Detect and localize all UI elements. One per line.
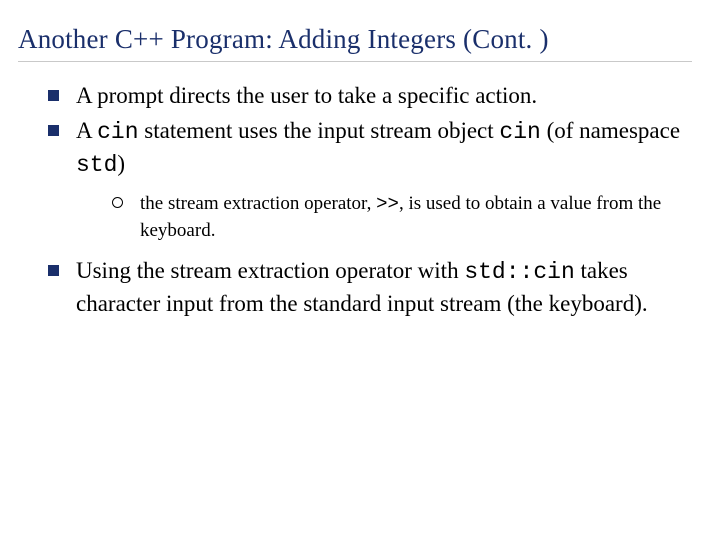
code: cin	[97, 119, 138, 145]
text: (of namespace	[541, 118, 680, 143]
sub-bullet-list: the stream extraction operator, >>, is u…	[76, 191, 692, 243]
text: ,	[367, 193, 377, 214]
text: Using the stream extraction operator wit…	[76, 258, 464, 283]
text: directs the user to take a specific acti…	[164, 83, 538, 108]
slide: Another C++ Program: Adding Integers (Co…	[0, 0, 720, 540]
text: (the keyboard).	[501, 291, 647, 316]
text: the	[140, 193, 168, 214]
code: cin	[499, 119, 540, 145]
bullet-item: A prompt directs the user to take a spec…	[48, 80, 692, 111]
title-divider	[18, 61, 692, 62]
text: A	[76, 118, 97, 143]
bullet-item: A cin statement uses the input stream ob…	[48, 115, 692, 243]
slide-title: Another C++ Program: Adding Integers (Co…	[18, 24, 692, 55]
bullet-item: Using the stream extraction operator wit…	[48, 255, 692, 319]
code: std	[76, 152, 117, 178]
text-emph: stream extraction operator	[168, 193, 367, 214]
text-emph: input stream object	[317, 118, 493, 143]
text: statement uses the	[139, 118, 318, 143]
code: >>	[376, 193, 399, 215]
text: A	[76, 83, 97, 108]
text: )	[117, 151, 125, 176]
code: std::cin	[464, 259, 574, 285]
text-emph: standard input stream	[303, 291, 501, 316]
sub-bullet-item: the stream extraction operator, >>, is u…	[112, 191, 692, 243]
text-emph: prompt	[97, 83, 163, 108]
bullet-list: A prompt directs the user to take a spec…	[18, 80, 692, 320]
